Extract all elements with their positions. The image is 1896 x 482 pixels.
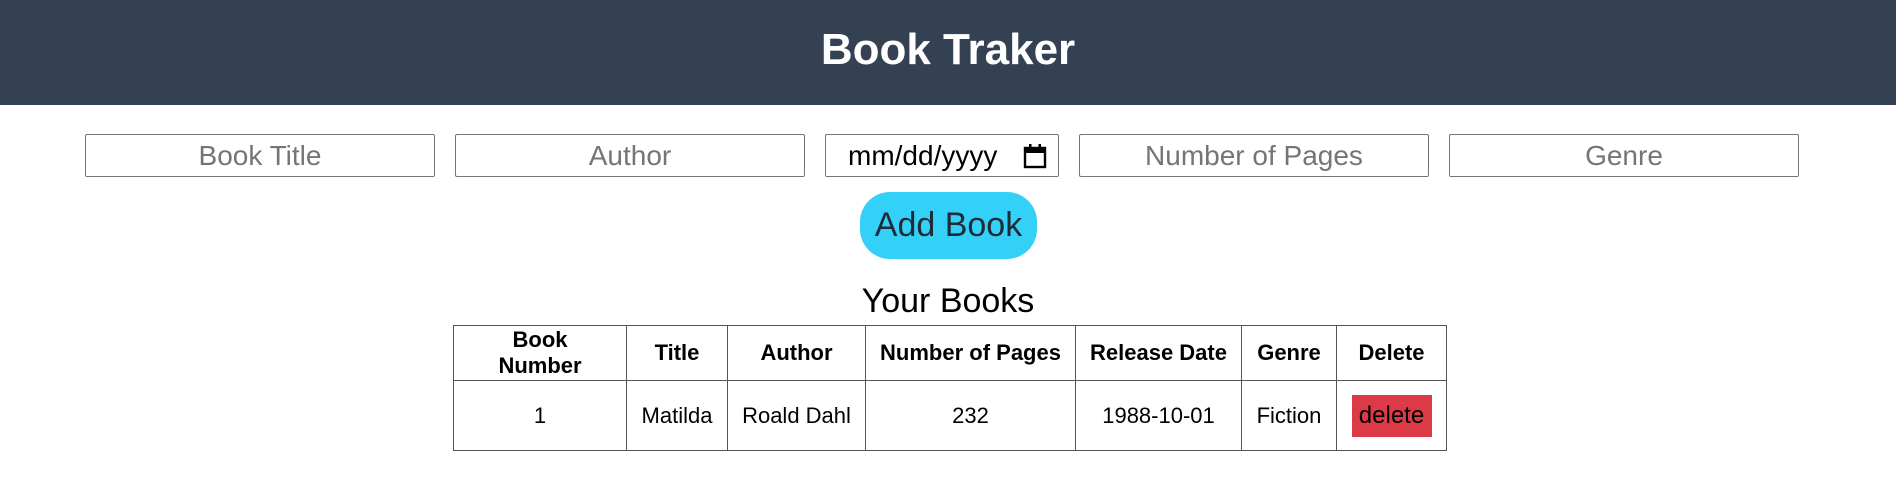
app-title: Book Traker [820,24,1076,74]
books-table: Book Number Title Author Number of Pages… [453,325,1447,451]
column-header-release-date: Release Date [1075,325,1242,381]
author-input[interactable] [455,134,805,177]
cell-release-date: 1988-10-01 [1075,380,1242,451]
delete-button[interactable]: delete [1351,394,1432,437]
cell-delete: delete [1336,380,1447,451]
cell-pages: 232 [865,380,1076,451]
release-date-input[interactable]: mm/dd/yyyy [825,134,1059,177]
table-header-row: Book Number Title Author Number of Pages… [453,325,1447,381]
table-row: 1 Matilda Roald Dahl 232 1988-10-01 Fict… [453,380,1447,451]
cell-author: Roald Dahl [727,380,866,451]
column-header-title: Title [626,325,728,381]
column-header-genre: Genre [1241,325,1337,381]
column-header-author: Author [727,325,866,381]
calendar-icon[interactable] [1023,143,1047,169]
number-of-pages-input[interactable] [1079,134,1429,177]
genre-input[interactable] [1449,134,1799,177]
column-header-number-of-pages: Number of Pages [865,325,1076,381]
cell-genre: Fiction [1241,380,1337,451]
column-header-book-number: Book Number [453,325,627,381]
column-header-delete: Delete [1336,325,1447,381]
add-book-button[interactable]: Add Book [860,192,1037,259]
cell-title: Matilda [626,380,728,451]
app-header: Book Traker [0,0,1896,105]
your-books-heading: Your Books [861,282,1035,320]
book-title-input[interactable] [85,134,435,177]
cell-book-number: 1 [453,380,627,451]
date-format-text: mm/dd/yyyy [848,139,998,171]
